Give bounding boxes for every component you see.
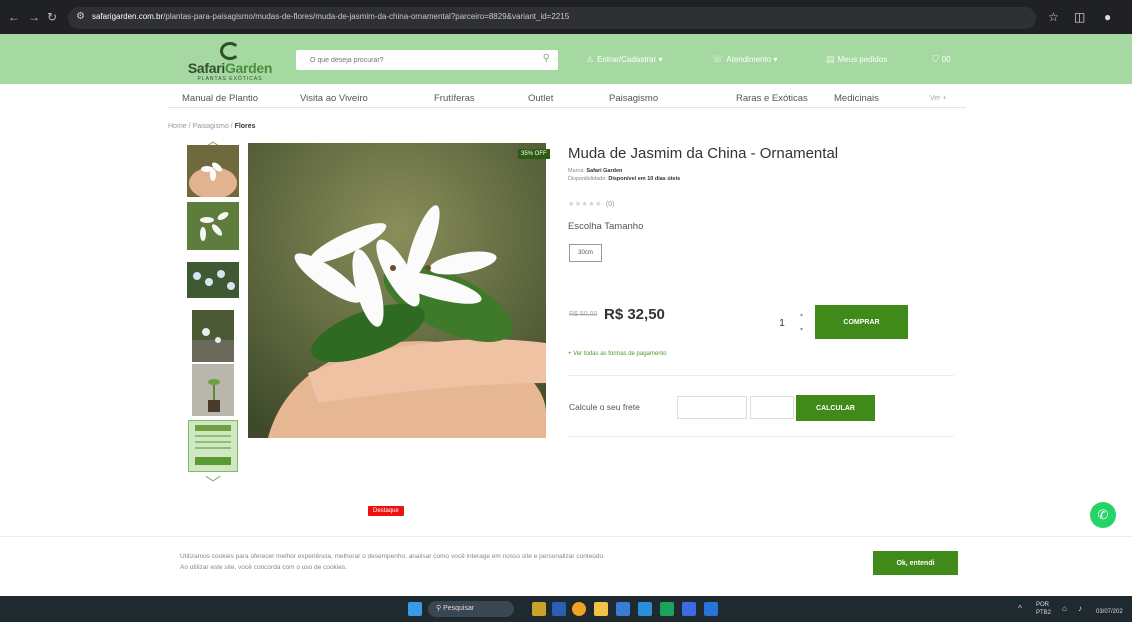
cep-input-part2[interactable] — [750, 396, 794, 419]
size-label: Escolha Tamanho — [568, 221, 644, 232]
bookmark-star-icon[interactable]: ☆ — [1048, 10, 1059, 24]
chrome-icon[interactable] — [572, 602, 586, 616]
product-availability: Disponibilidade: Disponível em 10 dias ú… — [568, 176, 681, 182]
logo-text: SafariGarden — [187, 60, 273, 76]
menu-item-visita[interactable]: Visita ao Viveiro — [300, 93, 368, 104]
payment-options-link[interactable]: + Ver todas as formas de pagamento — [568, 351, 667, 357]
search-icon[interactable]: ⚲ — [543, 53, 550, 64]
menu-item-manual[interactable]: Manual de Plantio — [182, 93, 258, 104]
cookie-accept-button[interactable]: Ok, entendi — [873, 551, 958, 575]
user-icon: ♙ — [586, 54, 595, 64]
support-link[interactable]: ☏ Atendimento ▾ — [712, 54, 777, 65]
menu-item-paisagismo[interactable]: Paisagismo — [609, 93, 658, 104]
cep-input-part1[interactable] — [677, 396, 747, 419]
rating-stars[interactable]: ★★★★★ (0) — [568, 200, 614, 208]
calculate-shipping-button[interactable]: CALCULAR — [796, 395, 875, 421]
product-brand: Marca: Safari Garden — [568, 168, 623, 174]
cart-icon: ⛉ — [932, 54, 939, 64]
thumbnail-4[interactable] — [192, 310, 234, 362]
whatsapp-icon[interactable]: ✆ — [1090, 502, 1116, 528]
old-price: R$ 50,00 — [569, 311, 598, 318]
breadcrumb-home[interactable]: Home — [168, 123, 187, 130]
reload-icon[interactable]: ↻ — [47, 10, 57, 24]
address-bar[interactable]: ⚙ safarigarden.com.br/plantas-para-paisa… — [68, 7, 1036, 29]
current-price: R$ 32,50 — [604, 306, 665, 323]
rating-count: (0) — [605, 201, 615, 208]
browser-toolbar: ← → ↻ ⚙ safarigarden.com.br/plantas-para… — [0, 0, 1132, 34]
forward-icon[interactable]: → — [28, 10, 40, 24]
size-option-button[interactable]: 30cm — [569, 244, 602, 262]
thumbnail-6[interactable] — [188, 420, 238, 472]
search-box: ⚲ — [296, 50, 558, 70]
profile-icon[interactable]: ● — [1104, 10, 1111, 24]
product-title: Muda de Jasmim da China - Ornamental — [568, 145, 839, 162]
cookie-text: Utilizamos cookies para oferecer melhor … — [180, 553, 605, 571]
clock-date[interactable]: 03/07/202 — [1096, 609, 1123, 615]
headset-icon: ☏ — [712, 54, 724, 64]
login-link[interactable]: ♙ Entrar/Cadastrar ▾ — [586, 54, 662, 65]
url-text[interactable]: safarigarden.com.br/plantas-para-paisagi… — [92, 12, 569, 21]
logo-tagline: PLANTAS EXÓTICAS — [197, 76, 263, 82]
site-logo[interactable]: SafariGarden PLANTAS EXÓTICAS — [180, 42, 280, 82]
product-main-image[interactable] — [248, 143, 546, 438]
highlight-badge: Destaque — [368, 506, 404, 516]
tray-chevron-icon[interactable]: ^ — [1018, 604, 1022, 613]
thumbnail-1[interactable] — [187, 145, 239, 197]
widgets-icon[interactable] — [532, 602, 546, 616]
menu-item-more[interactable]: Ver + — [930, 95, 947, 102]
app-icon-1[interactable] — [616, 602, 630, 616]
app-icon-5[interactable] — [704, 602, 718, 616]
thumbnail-2[interactable] — [187, 202, 239, 250]
app-icon-4[interactable] — [682, 602, 696, 616]
site-info-icon[interactable]: ⚙ — [76, 11, 85, 22]
buy-button[interactable]: COMPRAR — [815, 305, 908, 339]
logo-icon — [220, 42, 240, 60]
main-menu: Manual de Plantio Visita ao Viveiro Frut… — [168, 90, 966, 108]
taskbar: ⚲ Pesquisar ^ POR PTB2 ⌂ ♪ 03/07/202 — [0, 596, 1132, 622]
cart-link[interactable]: ⛉ 00 — [932, 54, 951, 65]
divider — [568, 436, 954, 437]
shipping-label: Calcule o seu frete — [569, 402, 640, 412]
menu-item-outlet[interactable]: Outlet — [528, 93, 553, 104]
increase-icon[interactable]: ▴ — [800, 311, 803, 318]
taskbar-search[interactable]: ⚲ Pesquisar — [428, 601, 514, 617]
menu-item-frutiferas[interactable]: Frutíferas — [434, 93, 475, 104]
orders-icon: ▤ — [826, 54, 835, 64]
cookie-banner: Utilizamos cookies para oferecer melhor … — [0, 536, 1132, 596]
task-view-icon[interactable] — [552, 602, 566, 616]
network-icon[interactable]: ⌂ — [1062, 604, 1067, 613]
site-header: SafariGarden PLANTAS EXÓTICAS ⚲ ♙Entrar/… — [0, 34, 1132, 84]
language-indicator[interactable]: POR PTB2 — [1036, 601, 1051, 617]
thumbs-down-icon[interactable]: ﹀ — [205, 470, 221, 494]
quantity-stepper: ▴ ▾ — [768, 309, 808, 337]
divider — [568, 375, 954, 376]
search-input[interactable] — [296, 50, 526, 70]
file-explorer-icon[interactable] — [594, 602, 608, 616]
orders-link[interactable]: ▤ Meus pedidos — [826, 54, 887, 65]
breadcrumb-current: Flores — [234, 123, 256, 130]
windows-start-icon[interactable] — [408, 602, 422, 616]
menu-item-raras[interactable]: Raras e Exóticas — [736, 93, 808, 104]
back-icon[interactable]: ← — [8, 10, 20, 24]
menu-item-medicinais[interactable]: Medicinais — [834, 93, 879, 104]
app-icon-3[interactable] — [660, 602, 674, 616]
thumbnail-3[interactable] — [187, 262, 239, 298]
thumbnail-5[interactable] — [192, 364, 234, 416]
decrease-icon[interactable]: ▾ — [800, 326, 803, 333]
discount-badge: 35% OFF — [518, 149, 550, 159]
quantity-input[interactable] — [768, 309, 796, 337]
extensions-icon[interactable]: ◫ — [1074, 10, 1085, 24]
volume-icon[interactable]: ♪ — [1078, 604, 1082, 613]
app-icon-2[interactable] — [638, 602, 652, 616]
